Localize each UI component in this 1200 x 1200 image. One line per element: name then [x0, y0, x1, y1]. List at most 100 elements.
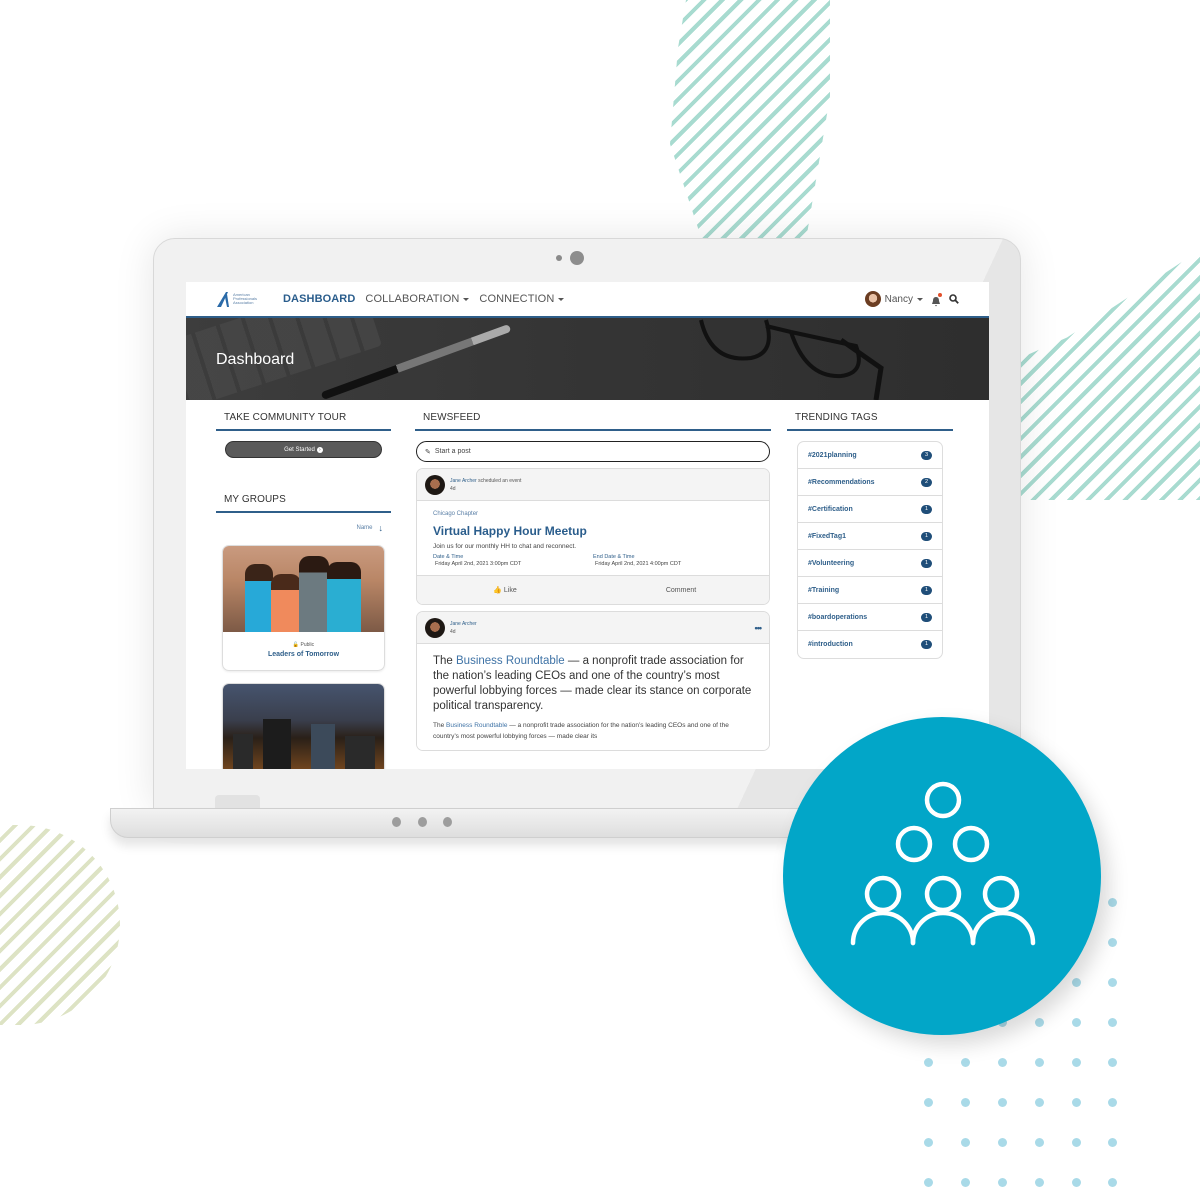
nav-connection-label: CONNECTION: [479, 293, 555, 305]
laptop-base-dot: [443, 817, 452, 827]
decorative-dot: [1035, 1138, 1044, 1147]
get-started-button[interactable]: Get Started ›: [225, 441, 382, 458]
user-name: Nancy: [884, 293, 913, 305]
tag-label: #Recommendations: [808, 478, 875, 486]
arrow-right-circle-icon: ›: [316, 446, 323, 453]
newsfeed-column: NEWSFEED ✎ Start a post Jane Archer sche…: [415, 400, 771, 769]
like-button[interactable]: 👍 Like: [417, 586, 593, 594]
tag-count-badge: 2: [921, 477, 932, 487]
decorative-dot: [1072, 1138, 1081, 1147]
author-avatar[interactable]: [425, 617, 445, 638]
trending-tag-item[interactable]: #introduction 1: [798, 631, 942, 658]
article-post-card: Jane Archer 4d ••• The Business Roundtab…: [416, 611, 770, 751]
community-badge: [783, 717, 1101, 1035]
decorative-dot: [961, 1178, 970, 1187]
group-card[interactable]: 🔓 Public Leaders of Tomorrow: [222, 545, 385, 671]
start-date-value: Friday April 2nd, 2021 3:00pm CDT: [435, 561, 522, 567]
trending-tags-column: TRENDING TAGS #2021planning 3 #Recommendat…: [787, 400, 953, 769]
trending-tag-item[interactable]: #2021planning 3: [798, 442, 942, 469]
trending-tag-item[interactable]: #Certification 1: [798, 496, 942, 523]
decorative-stripes-right: [1010, 250, 1200, 500]
get-started-label: Get Started: [284, 446, 315, 453]
decorative-dot: [998, 1058, 1007, 1067]
groups-sort-control[interactable]: Name ↓: [216, 513, 391, 533]
trending-tags-heading: TRENDING TAGS: [787, 400, 953, 431]
decorative-dot: [1035, 1058, 1044, 1067]
decorative-dot: [1108, 938, 1117, 947]
nav-connection[interactable]: CONNECTION: [479, 293, 565, 305]
trending-tag-item[interactable]: #Training 1: [798, 577, 942, 604]
notification-dot: [938, 292, 942, 297]
decorative-stripes-top: [670, 0, 830, 240]
decorative-dot: [1108, 1178, 1117, 1187]
tag-count-badge: 1: [921, 558, 932, 568]
post-action: scheduled an event: [478, 477, 522, 484]
nav-collaboration[interactable]: COLLABORATION: [365, 293, 470, 305]
trending-tag-item[interactable]: #FixedTag1 1: [798, 523, 942, 550]
tag-label: #2021planning: [808, 451, 857, 459]
decorative-dot: [1108, 1018, 1117, 1027]
nav-collaboration-label: COLLABORATION: [365, 293, 460, 305]
dashboard-hero-banner: Dashboard: [186, 318, 989, 400]
search-icon[interactable]: [949, 294, 959, 304]
laptop-base-dot: [392, 817, 401, 827]
nav-dashboard-label: DASHBOARD: [283, 293, 356, 305]
logo-mark-icon: [217, 292, 229, 307]
top-navigation-bar: American Professionals Association DASHB…: [186, 282, 989, 318]
tag-label: #introduction: [808, 641, 853, 648]
event-description: Join us for our monthly HH to chat and r…: [433, 543, 577, 550]
group-image-city-skyline: [223, 684, 384, 769]
decorative-dot: [924, 1178, 933, 1187]
more-options-icon[interactable]: •••: [755, 623, 763, 633]
decorative-dot: [961, 1138, 970, 1147]
my-groups-heading: MY GROUPS: [216, 482, 391, 513]
post-age: 4d: [450, 628, 456, 635]
trending-tag-item[interactable]: #Volunteering 1: [798, 550, 942, 577]
sort-label: Name: [356, 525, 373, 531]
tag-label: #Volunteering: [808, 559, 855, 567]
group-card[interactable]: [222, 683, 385, 769]
trending-tag-item[interactable]: #Recommendations 2: [798, 469, 942, 496]
decorative-dot: [1108, 1058, 1117, 1067]
event-title[interactable]: Virtual Happy Hour Meetup: [433, 524, 753, 538]
tag-count-badge: 1: [921, 585, 932, 595]
decorative-dot: [924, 1058, 933, 1067]
edit-icon: ✎: [425, 448, 431, 456]
end-date-label: End Date & Time: [593, 554, 635, 560]
community-group-icon: [850, 781, 1036, 946]
notifications-bell-icon[interactable]: [931, 292, 942, 306]
newsfeed-heading: NEWSFEED: [415, 400, 771, 431]
thumbs-up-icon: 👍: [493, 587, 502, 594]
nav-dashboard[interactable]: DASHBOARD: [283, 293, 355, 305]
tag-label: #Training: [808, 586, 840, 594]
user-menu[interactable]: Nancy: [864, 291, 923, 307]
decorative-dot: [1072, 1098, 1081, 1107]
decorative-dot: [961, 1058, 970, 1067]
post-author-link[interactable]: Jane Archer: [450, 620, 477, 628]
laptop-screen: American Professionals Association DASHB…: [186, 282, 989, 769]
event-chapter[interactable]: Chicago Chapter: [433, 511, 753, 517]
tag-count-badge: 1: [921, 531, 932, 541]
tag-count-badge: 1: [921, 612, 932, 622]
start-post-input[interactable]: ✎ Start a post: [416, 441, 770, 462]
group-name: Leaders of Tomorrow: [267, 651, 340, 658]
author-avatar[interactable]: [425, 474, 445, 495]
chevron-down-icon: [558, 297, 565, 301]
post-author-link[interactable]: Jane Archer: [450, 478, 477, 484]
association-logo[interactable]: American Professionals Association: [216, 291, 267, 307]
group-privacy: 🔓 Public: [223, 642, 384, 648]
decorative-dot: [1108, 978, 1117, 987]
chevron-down-icon: [463, 297, 470, 301]
business-roundtable-link[interactable]: Business Roundtable: [456, 655, 565, 667]
comment-button[interactable]: Comment: [593, 587, 769, 594]
decorative-dot: [1108, 1098, 1117, 1107]
group-image: [223, 546, 384, 632]
trending-tag-item[interactable]: #boardoperations 1: [798, 604, 942, 631]
chevron-down-icon: [917, 297, 923, 301]
left-column: TAKE COMMUNITY TOUR Get Started › MY GRO…: [216, 400, 391, 769]
laptop-base-dot: [418, 817, 427, 827]
page-title: Dashboard: [216, 351, 295, 368]
tag-count-badge: 3: [921, 450, 932, 460]
decorative-dot: [961, 1098, 970, 1107]
business-roundtable-link[interactable]: Business Roundtable: [446, 722, 507, 729]
